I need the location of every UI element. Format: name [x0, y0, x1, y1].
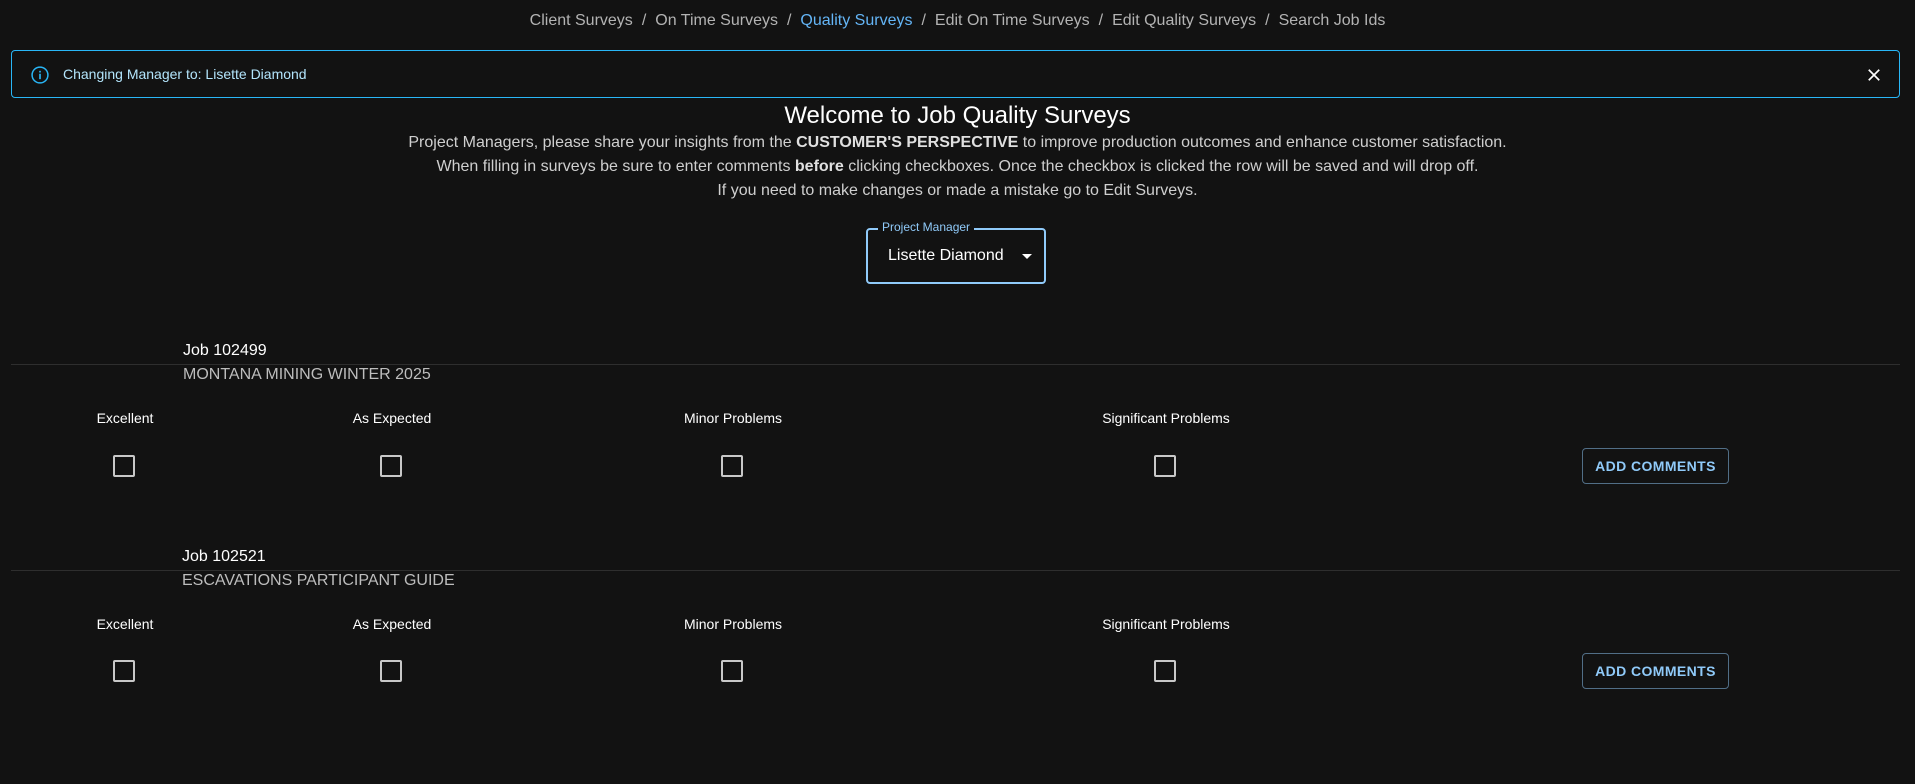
option-label-excellent: Excellent — [96, 410, 154, 426]
breadcrumb-edit-quality-surveys[interactable]: Edit Quality Surveys — [1112, 12, 1256, 29]
intro-line-3: If you need to make changes or made a mi… — [717, 182, 1198, 199]
breadcrumb-separator: / — [1265, 12, 1270, 29]
add-comments-button[interactable]: ADD COMMENTS — [1582, 448, 1729, 484]
job-card: Job 102499 MONTANA MINING WINTER 2025 Ex… — [11, 338, 1900, 498]
breadcrumb: Client Surveys / On Time Surveys / Quality S… — [0, 12, 1915, 30]
option-label-as-expected: As Expected — [352, 616, 432, 632]
breadcrumb-on-time-surveys[interactable]: On Time Surveys — [655, 12, 778, 29]
welcome-section: Welcome to Job Quality Surveys Project M… — [0, 101, 1915, 203]
option-label-excellent: Excellent — [96, 616, 154, 632]
breadcrumb-client-surveys[interactable]: Client Surveys — [530, 12, 633, 29]
checkbox-minor-problems[interactable] — [721, 455, 743, 477]
option-label-significant-problems: Significant Problems — [1102, 410, 1230, 426]
checkbox-as-expected[interactable] — [380, 455, 402, 477]
option-label-significant-problems: Significant Problems — [1102, 616, 1230, 632]
breadcrumb-separator: / — [786, 12, 792, 29]
close-icon[interactable] — [1865, 66, 1883, 84]
job-name: ESCAVATIONS PARTICIPANT GUIDE — [182, 572, 461, 590]
job-divider — [11, 364, 1900, 365]
breadcrumb-separator: / — [641, 12, 647, 29]
job-name: MONTANA MINING WINTER 2025 — [183, 366, 437, 384]
add-comments-button[interactable]: ADD COMMENTS — [1582, 653, 1729, 689]
breadcrumb-separator: / — [1098, 12, 1104, 29]
option-label-as-expected: As Expected — [352, 410, 432, 426]
job-id: Job 102499 — [183, 342, 267, 359]
checkbox-significant-problems[interactable] — [1154, 660, 1176, 682]
breadcrumb-separator: / — [921, 12, 926, 29]
checkbox-minor-problems[interactable] — [721, 660, 743, 682]
job-card: Job 102521 ESCAVATIONS PARTICIPANT GUIDE… — [11, 544, 1900, 704]
job-id: Job 102521 — [182, 548, 266, 565]
alert-message: Changing Manager to: Lisette Diamond — [63, 66, 307, 82]
option-label-minor-problems: Minor Problems — [683, 616, 783, 632]
job-divider — [11, 570, 1900, 571]
checkbox-excellent[interactable] — [113, 660, 135, 682]
page-title: Welcome to Job Quality Surveys — [784, 102, 1131, 129]
breadcrumb-edit-on-time-surveys[interactable]: Edit On Time Surveys — [935, 12, 1090, 29]
option-label-minor-problems: Minor Problems — [683, 410, 783, 426]
breadcrumb-search-job-ids[interactable]: Search Job Ids — [1279, 12, 1386, 29]
checkbox-significant-problems[interactable] — [1154, 455, 1176, 477]
intro-line-2: When filling in surveys be sure to enter… — [436, 158, 1479, 175]
info-icon — [31, 66, 49, 84]
manager-change-alert: Changing Manager to: Lisette Diamond — [11, 50, 1900, 98]
intro-line-1: Project Managers, please share your insi… — [408, 134, 1507, 151]
project-manager-value: Lisette Diamond — [888, 247, 1004, 264]
breadcrumb-quality-surveys[interactable]: Quality Surveys — [800, 12, 912, 29]
caret-down-icon — [1022, 254, 1032, 259]
checkbox-as-expected[interactable] — [380, 660, 402, 682]
project-manager-label: Project Manager — [878, 220, 975, 234]
checkbox-excellent[interactable] — [113, 455, 135, 477]
project-manager-select[interactable]: Project Manager Lisette Diamond — [866, 220, 1046, 284]
